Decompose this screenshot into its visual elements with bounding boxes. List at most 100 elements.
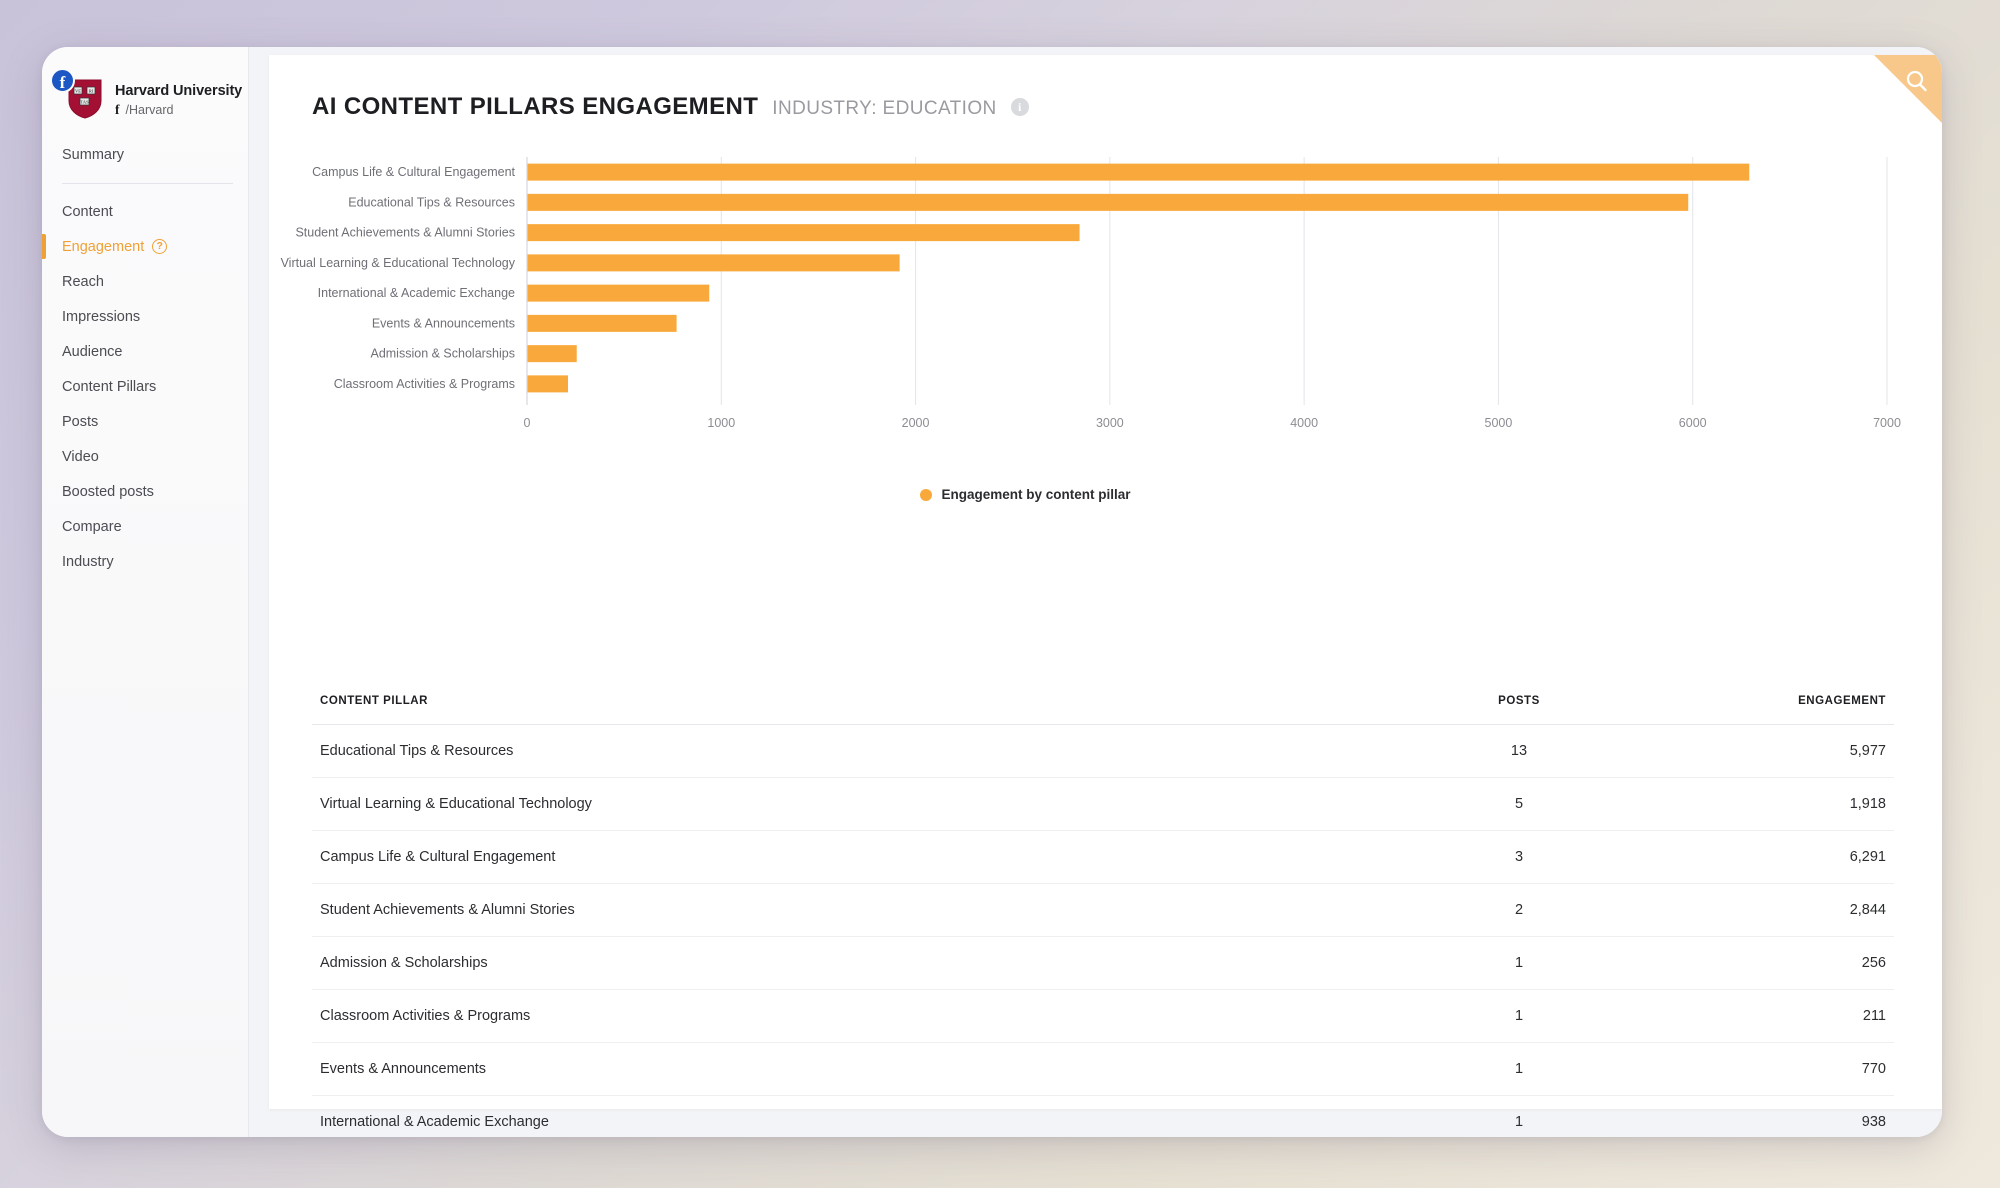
chart-bar[interactable] [527, 193, 1689, 211]
table-row[interactable]: International & Academic Exchange 1 938 [312, 1095, 1894, 1137]
cell-posts: 3 [1394, 830, 1644, 884]
brand-logo-wrap: f VE RI TAS [50, 68, 104, 120]
chart-legend: Engagement by content pillar [249, 487, 1942, 502]
sidebar-item-video[interactable]: Video [42, 439, 248, 474]
brand-text: Harvard University f /Harvard [115, 81, 242, 118]
sidebar-item-reach[interactable]: Reach [42, 264, 248, 299]
sidebar-item-posts[interactable]: Posts [42, 404, 248, 439]
help-icon[interactable]: ? [152, 239, 168, 254]
cell-content-pillar: Events & Announcements [312, 1042, 1394, 1096]
main-content: AI CONTENT PILLARS ENGAGEMENT INDUSTRY: … [249, 47, 1942, 1137]
table-row[interactable]: Educational Tips & Resources 13 5,977 [312, 724, 1894, 778]
cell-engagement: 1,918 [1644, 777, 1894, 831]
column-header-posts[interactable]: POSTS [1394, 695, 1644, 725]
table-row[interactable]: Campus Life & Cultural Engagement 3 6,291 [312, 830, 1894, 884]
report-card: AI CONTENT PILLARS ENGAGEMENT INDUSTRY: … [269, 55, 1942, 1137]
table-row[interactable]: Events & Announcements 1 770 [312, 1042, 1894, 1096]
chart-bar[interactable] [527, 345, 577, 363]
sidebar-item-label: Audience [62, 343, 123, 360]
table-row[interactable]: Admission & Scholarships 1 256 [312, 936, 1894, 990]
column-header-engagement[interactable]: ENGAGEMENT [1644, 695, 1894, 725]
brand-handle: f /Harvard [115, 102, 242, 118]
chart-bar[interactable] [527, 314, 677, 332]
cell-posts: 1 [1394, 989, 1644, 1043]
page-title: AI CONTENT PILLARS ENGAGEMENT [312, 93, 759, 120]
sidebar-item-label: Industry [62, 553, 114, 570]
table-row[interactable]: Student Achievements & Alumni Stories 2 2,… [312, 883, 1894, 937]
cell-content-pillar: International & Academic Exchange [312, 1095, 1394, 1137]
chart-bar[interactable] [527, 284, 710, 302]
sidebar: f VE RI TAS Harvard University f /Harvar… [42, 47, 249, 1137]
cell-engagement: 2,844 [1644, 883, 1894, 937]
sidebar-item-engagement[interactable]: Engagement ? [42, 229, 248, 264]
table-row[interactable]: Classroom Activities & Programs 1 211 [312, 989, 1894, 1043]
chart-xtick-label: 6000 [1679, 416, 1707, 430]
chart-bar[interactable] [527, 375, 568, 393]
sidebar-item-content-pillars[interactable]: Content Pillars [42, 369, 248, 404]
page-subtitle: INDUSTRY: EDUCATION [772, 98, 997, 119]
chart-category-label: Admission & Scholarships [370, 347, 515, 361]
engagement-bar-chart: Campus Life & Cultural Engagement Educati… [269, 149, 1942, 509]
cell-content-pillar: Educational Tips & Resources [312, 724, 1394, 778]
facebook-badge-icon: f [50, 68, 75, 93]
cell-posts: 13 [1394, 724, 1644, 778]
sidebar-item-label: Content [62, 203, 113, 220]
chart-xtick-label: 3000 [1096, 416, 1124, 430]
table-body: Educational Tips & Resources 13 5,977 Virtu… [312, 724, 1894, 1137]
sidebar-item-boosted-posts[interactable]: Boosted posts [42, 474, 248, 509]
search-icon[interactable] [1874, 55, 1942, 123]
sidebar-item-summary[interactable]: Summary [42, 137, 248, 172]
cell-engagement: 6,291 [1644, 830, 1894, 884]
chart-svg: Campus Life & Cultural Engagement Educati… [281, 157, 1901, 430]
sidebar-item-label: Content Pillars [62, 378, 157, 395]
chart-xtick-label: 5000 [1485, 416, 1513, 430]
chart-category-label: Educational Tips & Resources [348, 195, 515, 209]
sidebar-item-label: Impressions [62, 308, 141, 325]
sidebar-item-label: Reach [62, 273, 104, 290]
cell-engagement: 770 [1644, 1042, 1894, 1096]
legend-label: Engagement by content pillar [941, 487, 1131, 502]
sidebar-item-label: Summary [62, 146, 125, 163]
svg-text:TAS: TAS [80, 100, 89, 105]
cell-posts: 2 [1394, 883, 1644, 937]
cell-content-pillar: Classroom Activities & Programs [312, 989, 1394, 1043]
cell-content-pillar: Campus Life & Cultural Engagement [312, 830, 1394, 884]
magnifier-glyph-icon [1906, 70, 1927, 92]
chart-xtick-label: 7000 [1873, 416, 1901, 430]
chart-category-label: Student Achievements & Alumni Stories [295, 226, 515, 240]
chart-category-label: Campus Life & Cultural Engagement [312, 165, 515, 179]
cell-posts: 1 [1394, 1095, 1644, 1137]
cell-engagement: 211 [1644, 989, 1894, 1043]
chart-bar[interactable] [527, 163, 1750, 181]
table-head: CONTENT PILLAR POSTS ENGAGEMENT [312, 695, 1894, 725]
cell-content-pillar: Admission & Scholarships [312, 936, 1394, 990]
brand-header: f VE RI TAS Harvard University f /Harvar… [42, 47, 248, 133]
chart-xtick-label: 0 [524, 416, 531, 430]
chart-bar[interactable] [527, 224, 1080, 242]
chart-category-label: Classroom Activities & Programs [334, 377, 515, 391]
cell-posts: 1 [1394, 1042, 1644, 1096]
cell-posts: 5 [1394, 777, 1644, 831]
svg-text:VE: VE [75, 89, 81, 94]
sidebar-item-content[interactable]: Content [42, 194, 248, 229]
cell-engagement: 938 [1644, 1095, 1894, 1137]
column-header-content-pillar[interactable]: CONTENT PILLAR [312, 695, 1394, 725]
info-icon[interactable]: i [1010, 98, 1029, 116]
cell-content-pillar: Virtual Learning & Educational Technolog… [312, 777, 1394, 831]
sidebar-item-compare[interactable]: Compare [42, 509, 248, 544]
sidebar-item-impressions[interactable]: Impressions [42, 299, 248, 334]
sidebar-item-audience[interactable]: Audience [42, 334, 248, 369]
sidebar-item-label: Video [62, 448, 99, 465]
sidebar-item-industry[interactable]: Industry [42, 544, 248, 579]
chart-bar[interactable] [527, 254, 900, 272]
chart-xtick-label: 2000 [902, 416, 930, 430]
chart-xtick-label: 4000 [1290, 416, 1318, 430]
svg-text:RI: RI [89, 89, 94, 94]
chart-category-label: International & Academic Exchange [318, 286, 515, 300]
cell-content-pillar: Student Achievements & Alumni Stories [312, 883, 1394, 937]
sidebar-item-label: Boosted posts [62, 483, 154, 500]
chart-category-label: Virtual Learning & Educational Technolog… [281, 256, 516, 270]
content-pillar-table: CONTENT PILLAR POSTS ENGAGEMENT Educatio… [312, 695, 1894, 1137]
table-row[interactable]: Virtual Learning & Educational Technolog… [312, 777, 1894, 831]
page-header: AI CONTENT PILLARS ENGAGEMENT INDUSTRY: … [269, 55, 1942, 121]
